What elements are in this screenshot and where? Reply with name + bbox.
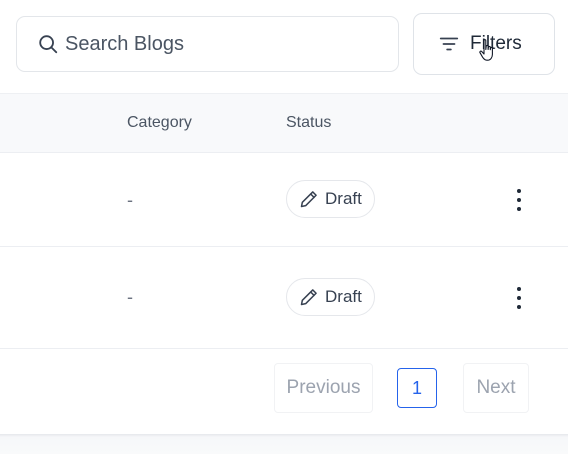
pencil-icon [300, 191, 317, 208]
card-bottom-edge [0, 434, 568, 454]
hand-cursor-icon [479, 39, 493, 61]
column-header-status[interactable]: Status [286, 114, 331, 132]
row-actions-kebab-icon[interactable] [508, 284, 530, 312]
table-row[interactable]: - Draft [0, 153, 568, 247]
previous-page-button[interactable]: Previous [274, 363, 373, 413]
search-box[interactable] [16, 16, 399, 72]
status-badge: Draft [286, 278, 375, 316]
search-icon [39, 35, 58, 54]
page-1-button[interactable]: 1 [397, 368, 437, 408]
status-badge: Draft [286, 180, 375, 218]
status-label: Draft [325, 287, 362, 306]
search-input[interactable] [65, 32, 385, 56]
filter-icon [439, 37, 459, 51]
pagination: Previous 1 Next [0, 349, 568, 435]
table-header: Category Status [0, 93, 568, 153]
status-label: Draft [325, 189, 362, 208]
pencil-icon [300, 289, 317, 306]
next-page-button[interactable]: Next [463, 363, 529, 413]
table-row[interactable]: - Draft [0, 247, 568, 349]
column-header-category[interactable]: Category [127, 114, 192, 132]
category-cell: - [127, 190, 133, 210]
category-cell: - [127, 287, 133, 307]
blogs-page: Filters Category Status - Draft - Draft [0, 0, 568, 454]
row-actions-kebab-icon[interactable] [508, 186, 530, 214]
